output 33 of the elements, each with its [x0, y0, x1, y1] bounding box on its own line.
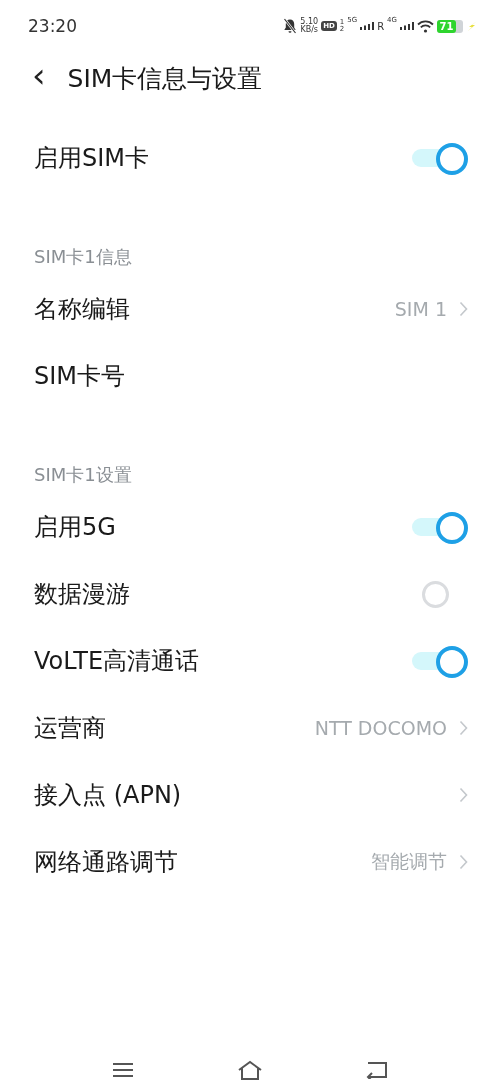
signal-icon: [400, 22, 414, 30]
signal-icon: [360, 22, 375, 30]
setting-label: 启用SIM卡: [34, 143, 150, 174]
speed-unit: KB/s: [300, 26, 318, 34]
menu-icon[interactable]: [111, 1062, 134, 1078]
setting-value: SIM 1: [394, 297, 447, 320]
setting-value: 智能调节: [371, 848, 447, 874]
bell-off-icon: [283, 18, 298, 34]
toggle-switch[interactable]: [410, 141, 468, 175]
section-header: SIM卡1设置: [33, 463, 133, 487]
setting-label: 网络通路调节: [34, 846, 178, 878]
setting-label: 接入点 (APN): [34, 779, 182, 811]
setting-label: SIM卡号: [34, 360, 126, 392]
wifi-icon: [417, 19, 434, 33]
battery-indicator: 71: [437, 19, 463, 33]
chevron-right-icon: [459, 719, 468, 736]
network-speed: 5.10: [300, 18, 319, 26]
setting-label: 数据漫游: [34, 578, 130, 610]
setting-label: 名称编辑: [34, 293, 130, 325]
back-icon[interactable]: [366, 1061, 389, 1079]
chevron-right-icon: [459, 300, 468, 317]
setting-label: 运营商: [34, 712, 106, 744]
status-time: 23:20: [28, 16, 77, 36]
section-header: SIM卡1信息: [33, 245, 133, 269]
roaming-indicator: R: [377, 20, 385, 32]
home-icon[interactable]: [237, 1060, 263, 1080]
chevron-right-icon: [459, 786, 468, 803]
setting-label: 启用5G: [34, 511, 116, 543]
setting-value: NTT DOCOMO: [314, 716, 447, 739]
setting-label: VoLTE高清通话: [34, 645, 200, 677]
back-button[interactable]: ‹: [32, 58, 46, 92]
page-title: SIM卡信息与设置: [67, 62, 263, 95]
chevron-right-icon: [459, 853, 468, 870]
